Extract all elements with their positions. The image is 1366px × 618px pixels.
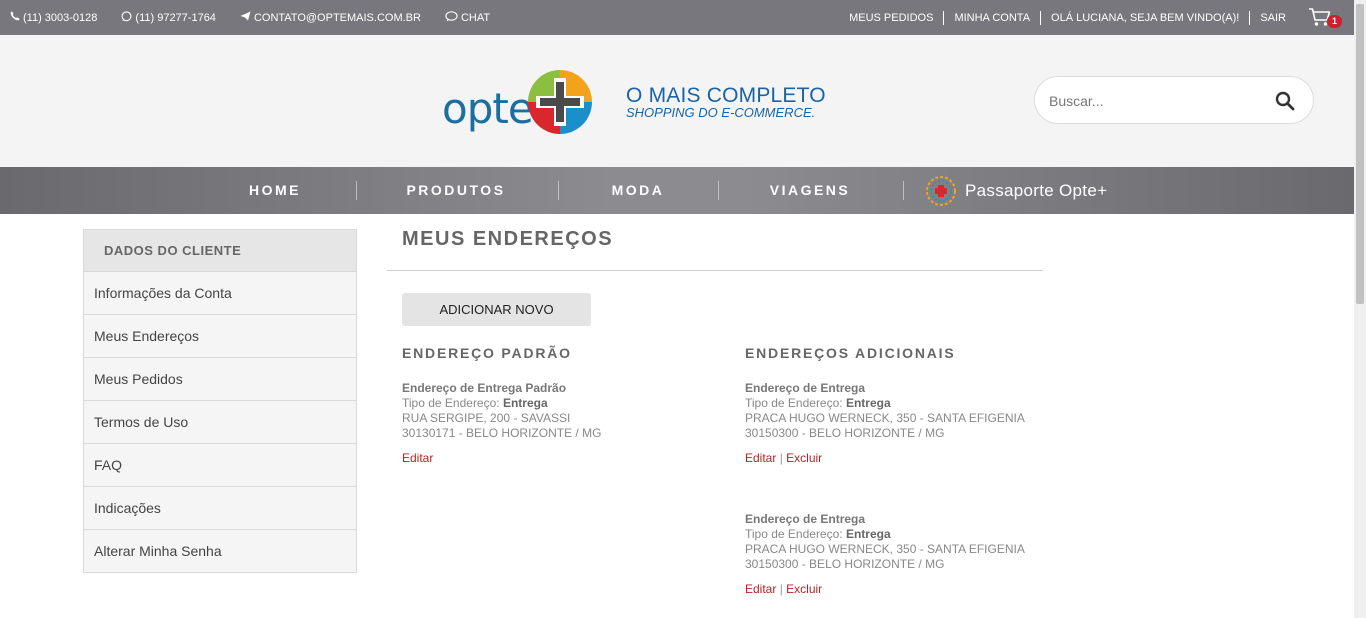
search-input[interactable]	[1049, 90, 1259, 112]
address-type: Tipo de Endereço: Entrega	[402, 396, 601, 411]
address-type-label: Tipo de Endereço:	[402, 396, 500, 410]
chat-link[interactable]: CHAT	[445, 10, 491, 25]
paper-plane-icon	[240, 11, 254, 24]
address-card: Endereço de Entrega Tipo de Endereço: En…	[745, 512, 1025, 597]
address-name: Endereço de Entrega	[745, 512, 866, 526]
whatsapp-text: (11) 97277-1764	[135, 11, 216, 24]
sidebar-item-faq[interactable]: FAQ	[84, 444, 356, 487]
page-title: MEUS ENDEREÇOS	[402, 228, 614, 250]
nav-viagens[interactable]: VIAGENS	[755, 167, 865, 214]
sidebar-item-account-info[interactable]: Informações da Conta	[84, 272, 356, 315]
chat-text: CHAT	[460, 11, 491, 24]
site-header: opte. O MAIS COMPLETO SHOPPING DO E-COMM…	[0, 35, 1354, 167]
address-card: Endereço de Entrega Tipo de Endereço: En…	[745, 381, 1025, 466]
logout-link[interactable]: SAIR	[1250, 11, 1296, 25]
greeting-text: OLÁ LUCIANA, SEJA BEM VINDO(A)!	[1041, 10, 1251, 25]
nav-moda[interactable]: MODA	[593, 167, 683, 214]
address-name: Endereço de Entrega	[745, 381, 866, 395]
sidebar-item-orders[interactable]: Meus Pedidos	[84, 358, 356, 401]
address-type-value: Entrega	[845, 396, 891, 410]
cart-count-badge: 1	[1327, 14, 1342, 28]
sidebar-item-referrals[interactable]: Indicações	[84, 487, 356, 530]
address-city: 30150300 - BELO HORIZONTE / MG	[745, 426, 945, 440]
tagline-line-1: O MAIS COMPLETO	[626, 84, 826, 107]
address-type-label: Tipo de Endereço:	[745, 396, 843, 410]
page: (11) 3003-0128 (11) 97277-1764 CONTATO@O…	[0, 0, 1366, 618]
whatsapp-icon	[121, 10, 135, 25]
delete-address-link[interactable]: Excluir	[786, 451, 822, 465]
address-street: PRACA HUGO WERNECK, 350 - SANTA EFIGENIA	[745, 542, 1025, 556]
page-scrollbar[interactable]	[1354, 0, 1366, 618]
passaporte-label: Passaporte Opte+	[965, 180, 1108, 200]
passport-stamp-icon	[925, 175, 957, 207]
email-text: CONTATO@OPTEMAIS.COM.BR	[253, 11, 421, 24]
sidebar-header: DADOS DO CLIENTE	[84, 230, 356, 272]
email-link[interactable]: CONTATO@OPTEMAIS.COM.BR	[240, 11, 421, 24]
nav-divider	[558, 181, 559, 200]
sidebar-item-terms[interactable]: Termos de Uso	[84, 401, 356, 444]
my-orders-link[interactable]: MEUS PEDIDOS	[839, 10, 945, 25]
add-address-button[interactable]: ADICIONAR NOVO	[402, 293, 591, 326]
nav-passaporte[interactable]: Passaporte Opte+	[925, 172, 1107, 209]
address-type-value: Entrega	[845, 527, 891, 541]
phone-icon	[10, 11, 23, 24]
title-divider	[387, 270, 1043, 271]
default-address-heading: ENDEREÇO PADRÃO	[402, 345, 572, 361]
customer-sidebar: DADOS DO CLIENTE Informações da Conta Me…	[83, 229, 357, 573]
nav-home[interactable]: HOME	[225, 167, 325, 214]
top-bar: (11) 3003-0128 (11) 97277-1764 CONTATO@O…	[0, 0, 1354, 35]
phone-text: (11) 3003-0128	[23, 11, 98, 24]
address-actions: Editar | Excluir	[745, 582, 1025, 597]
nav-produtos[interactable]: PRODUTOS	[391, 167, 521, 214]
phone-link[interactable]: (11) 3003-0128	[10, 11, 97, 24]
tagline-line-2: SHOPPING DO E-COMMERCE.	[626, 105, 816, 120]
address-type: Tipo de Endereço: Entrega	[745, 527, 1025, 542]
opte-logo[interactable]: opte.	[442, 68, 594, 140]
scrollbar-thumb[interactable]	[1356, 4, 1364, 304]
tagline: O MAIS COMPLETO SHOPPING DO E-COMMERCE.	[626, 84, 826, 120]
address-actions: Editar | Excluir	[745, 451, 1025, 466]
contact-links: (11) 3003-0128 (11) 97277-1764 CONTATO@O…	[10, 0, 514, 35]
address-street: PRACA HUGO WERNECK, 350 - SANTA EFIGENIA	[745, 411, 1025, 425]
search-icon[interactable]	[1275, 91, 1295, 111]
nav-divider	[356, 181, 357, 200]
edit-address-link[interactable]: Editar	[745, 582, 776, 596]
address-card: Endereço de Entrega Padrão Tipo de Ender…	[402, 381, 601, 466]
nav-divider	[903, 181, 904, 200]
address-street: RUA SERGIPE, 200 - SAVASSI	[402, 411, 571, 425]
address-name: Endereço de Entrega Padrão	[402, 381, 567, 395]
edit-address-link[interactable]: Editar	[402, 451, 433, 465]
address-type-value: Entrega	[502, 396, 548, 410]
account-links: MEUS PEDIDOS MINHA CONTA OLÁ LUCIANA, SE…	[839, 0, 1342, 35]
my-account-link[interactable]: MINHA CONTA	[944, 10, 1042, 25]
address-type: Tipo de Endereço: Entrega	[745, 396, 1025, 411]
search-box	[1034, 76, 1314, 124]
nav-divider	[718, 181, 719, 200]
cart-button[interactable]: 1	[1308, 7, 1342, 29]
delete-address-link[interactable]: Excluir	[786, 582, 822, 596]
whatsapp-link[interactable]: (11) 97277-1764	[121, 10, 216, 25]
address-city: 30150300 - BELO HORIZONTE / MG	[745, 557, 945, 571]
address-actions: Editar	[402, 451, 601, 466]
edit-address-link[interactable]: Editar	[745, 451, 776, 465]
address-type-label: Tipo de Endereço:	[745, 527, 843, 541]
sidebar-item-change-password[interactable]: Alterar Minha Senha	[84, 530, 356, 573]
additional-addresses-heading: ENDEREÇOS ADICIONAIS	[745, 345, 956, 361]
actions-separator: |	[779, 451, 783, 465]
main-nav: HOME PRODUTOS MODA VIAGENS Passaporte Op…	[0, 167, 1354, 214]
sidebar-item-addresses[interactable]: Meus Endereços	[84, 315, 356, 358]
address-city: 30130171 - BELO HORIZONTE / MG	[402, 426, 602, 440]
actions-separator: |	[779, 582, 783, 596]
chat-icon	[445, 10, 461, 25]
